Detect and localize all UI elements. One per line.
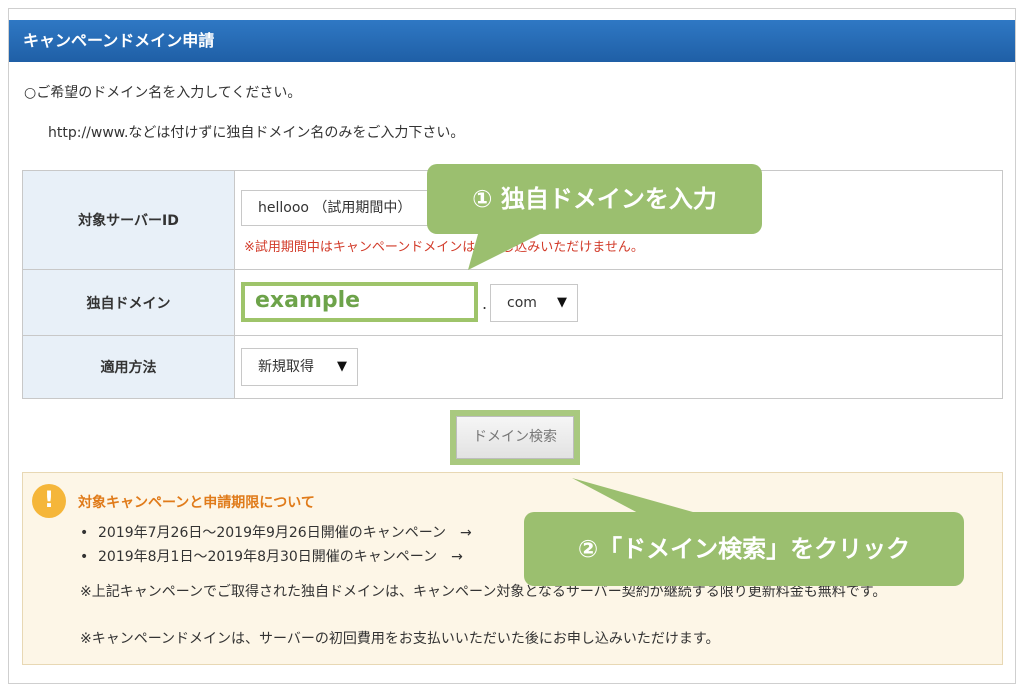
- method-label: 適用方法: [22, 335, 235, 399]
- domain-search-button[interactable]: ドメイン検索: [456, 416, 574, 459]
- tld-selected-value: com: [507, 295, 537, 311]
- list-item: • 2019年8月1日～2019年8月30日開催のキャンペーン →: [80, 549, 463, 565]
- callout-step2: ②「ドメイン検索」をクリック: [524, 512, 964, 586]
- tld-select[interactable]: com ▼: [490, 284, 578, 322]
- instruction-note: http://www.などは付けずに独自ドメイン名のみをご入力下さい。: [48, 125, 465, 141]
- callout-step1: ① 独自ドメインを入力: [427, 164, 762, 234]
- search-button-highlight: ドメイン検索: [450, 410, 580, 465]
- server-id-label: 対象サーバーID: [22, 170, 235, 270]
- domain-dot: .: [482, 294, 488, 313]
- campaign-title: 対象キャンペーンと申請期限について: [78, 495, 315, 511]
- chevron-down-icon: ▼: [337, 359, 347, 374]
- campaign-item-text: 2019年7月26日～2019年9月26日開催のキャンペーン →: [98, 525, 472, 541]
- page-title: キャンペーンドメイン申請: [9, 20, 1015, 62]
- server-warning-text: ※試用期間中はキャンペーンドメインはお申し込みいただけません。: [244, 240, 644, 255]
- campaign-list: • 2019年7月26日～2019年9月26日開催のキャンペーン → • 2019年…: [80, 522, 472, 570]
- domain-input[interactable]: example: [241, 282, 478, 322]
- method-selected-value: 新規取得: [258, 359, 314, 375]
- campaign-item-text: 2019年8月1日～2019年8月30日開催のキャンペーン →: [98, 549, 463, 565]
- chevron-down-icon: ▼: [557, 295, 567, 310]
- domain-label: 独自ドメイン: [22, 269, 235, 336]
- instruction-text: ○ご希望のドメイン名を入力してください。: [24, 85, 302, 101]
- warning-icon: !: [32, 484, 66, 518]
- list-item: • 2019年7月26日～2019年9月26日開催のキャンペーン →: [80, 525, 472, 541]
- campaign-note-payment: ※キャンペーンドメインは、サーバーの初回費用をお支払いいただいた後にお申し込みい…: [80, 631, 720, 647]
- server-id-select[interactable]: hellooo （試用期間中）: [241, 190, 451, 226]
- method-select[interactable]: 新規取得 ▼: [241, 348, 358, 386]
